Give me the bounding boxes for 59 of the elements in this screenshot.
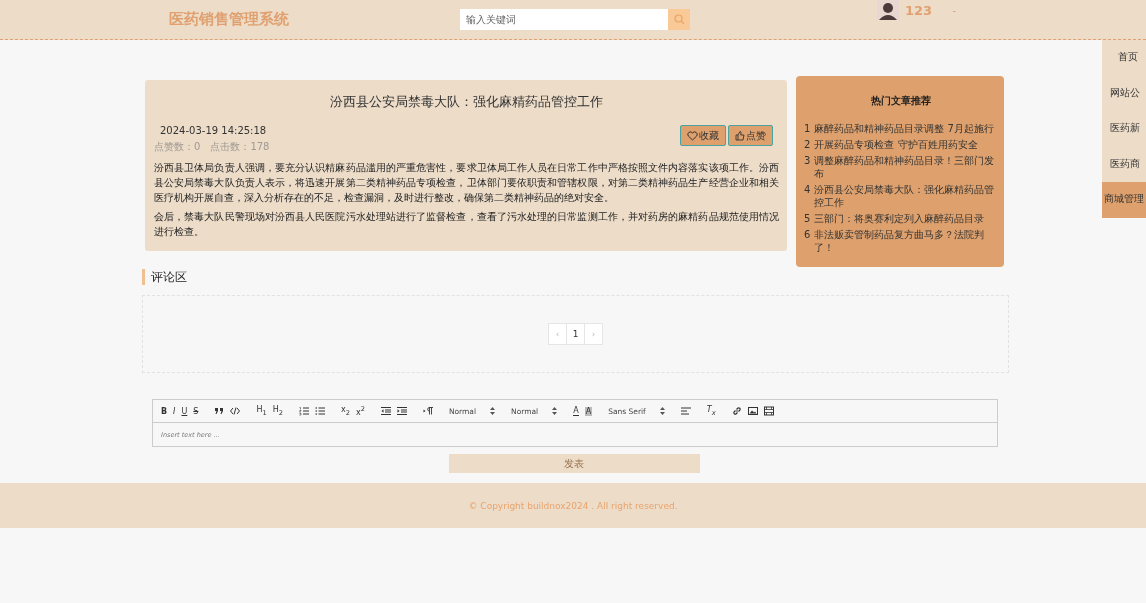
subscript-button[interactable]: x$_{2}$ (340, 405, 350, 417)
rank-number: 1 (804, 122, 811, 135)
text-color-button[interactable]: A (573, 406, 579, 416)
article-paragraph: 汾西县卫体局负责人强调，要充分认识精麻药品滥用的严重危害性，要求卫体局工作人员在日常工作中严格按照文件内容落实该项工作。汾西县公安局禁毒大队负责人表示，将迅速开展第二类精神药品专项检查，卫体部门要依职责和管辖权限，对第二类精神药品生产经营企业和相关医疗机构开展自查，深入分析存在的不足，检查漏洞，及时进行整改，确保第二类精神药品的绝对安全。 (154, 161, 779, 205)
indent-icon[interactable] (396, 406, 407, 416)
superscript-button[interactable]: x$^{2}$ (355, 405, 365, 417)
site-title: 医药销售管理系统 (169, 10, 290, 29)
article-title: 汾西县公安局禁毒大队：强化麻精药品管控工作 (329, 94, 604, 111)
hot-article-link[interactable]: 麻醉药品和精神药品目录调整 7月起施行 (814, 122, 994, 135)
hot-article-link[interactable]: 开展药品专项检查 守护百姓用药安全 (814, 138, 978, 151)
nav-item[interactable]: 医药商 (1102, 146, 1146, 182)
strikethrough-button[interactable]: S (193, 406, 199, 416)
clear-format-button[interactable]: T$_{x}$ (706, 405, 716, 417)
background-color-button[interactable]: A (584, 406, 593, 416)
nav-item[interactable]: 网站公 (1102, 75, 1146, 111)
heading-button[interactable]: H$_{2}$ (272, 405, 283, 417)
nav-item[interactable]: 首页 (1102, 40, 1146, 76)
dropdown-arrows-icon (659, 407, 665, 415)
rank-number: 4 (804, 183, 811, 197)
bullet-list-icon[interactable] (314, 406, 325, 416)
hot-article-link[interactable]: 非法贩卖管制药品复方曲马多？法院判了！ (814, 228, 998, 254)
hot-article-link[interactable]: 调整麻醉药品和精神药品目录！三部门发布 (814, 154, 998, 180)
click-count: 点击数：178 (210, 140, 270, 154)
quote-icon[interactable] (214, 406, 225, 416)
like-button[interactable]: 点赞 (728, 125, 773, 146)
article-paragraph: 会后，禁毒大队民警现场对汾西县人民医院污水处理站进行了监督检查，查看了污水处理的日常监测工作，并对药房的麻精药品规范使用情况进行检查。 (154, 210, 779, 239)
rank-number: 3 (804, 154, 811, 168)
dropdown-arrows-icon (552, 407, 558, 415)
search-field[interactable]: 输入关键词 (460, 9, 668, 30)
text-direction-icon[interactable] (422, 406, 433, 416)
video-icon[interactable] (763, 406, 774, 416)
nav-item[interactable]: 商城管理 (1102, 182, 1146, 218)
like-count: 点赞数：0 (154, 140, 201, 154)
publish-date: 2024-03-19 14:25:18 (160, 125, 268, 136)
search-icon (673, 14, 685, 25)
nav-item[interactable]: 医药新 (1102, 111, 1146, 147)
italic-button[interactable]: I (173, 406, 176, 416)
avatar-icon[interactable] (877, 0, 899, 20)
hot-article-link[interactable]: 汾西县公安局禁毒大队：强化麻精药品管控工作 (814, 183, 998, 209)
heart-icon (687, 130, 698, 141)
bold-button[interactable]: B (161, 406, 168, 416)
rank-number: 5 (804, 212, 811, 225)
comments-heading: 评论区 (142, 269, 1009, 285)
align-icon[interactable] (680, 406, 691, 416)
dropdown-arrows-icon (490, 407, 496, 415)
link-icon[interactable] (731, 406, 742, 416)
hot-article-link[interactable]: 三部门：将奥赛利定列入麻醉药品目录 (814, 212, 985, 225)
heading-button[interactable]: H$_{1}$ (256, 405, 267, 417)
hot-articles-title: 热门文章推荐 (870, 94, 932, 108)
rank-number: 2 (804, 138, 811, 151)
outdent-icon[interactable] (380, 406, 391, 416)
favorite-button[interactable]: 收藏 (680, 125, 726, 146)
numbered-list-icon[interactable] (298, 406, 309, 416)
underline-button[interactable]: U (181, 406, 188, 416)
thumbs-up-icon (735, 130, 745, 141)
code-icon[interactable] (230, 406, 241, 416)
rank-number: 6 (804, 228, 811, 242)
image-icon[interactable] (747, 406, 758, 416)
copyright-text: © Copyright buildnox2024 . All right reserved. (468, 500, 678, 511)
